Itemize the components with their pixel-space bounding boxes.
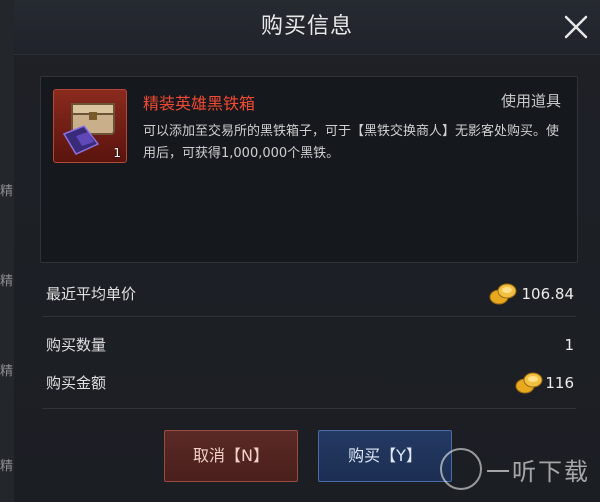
background-edge <box>0 0 14 502</box>
item-slot[interactable]: 1 <box>53 89 127 163</box>
gold-coin-icon <box>489 283 517 305</box>
divider <box>42 316 576 317</box>
item-description: 可以添加至交易所的黑铁箱子，可于【黑铁交换商人】无影客处购买。使用后，可获得1,… <box>143 124 560 161</box>
dialog-title: 购买信息 <box>260 14 353 39</box>
buy-button[interactable]: 购买【Y】 <box>318 430 452 482</box>
purchase-dialog: 购买信息 1 精装英雄黑铁箱 使用道具 可以添加至交易所的黑铁箱子，可于【黑铁交… <box>14 0 600 502</box>
avg-price-label: 最近平均单价 <box>46 285 137 303</box>
quantity-label: 购买数量 <box>46 336 107 354</box>
watermark-logo-icon <box>440 448 482 490</box>
gold-coin-icon <box>515 372 543 394</box>
cancel-button[interactable]: 取消【N】 <box>164 430 298 482</box>
item-type: 使用道具 <box>500 92 561 110</box>
total-label: 购买金额 <box>46 374 107 392</box>
total-row: 购买金额 116 <box>42 363 576 403</box>
background-char: 精 <box>0 184 14 199</box>
watermark: 一听下载 <box>440 444 590 490</box>
close-button[interactable] <box>560 11 592 43</box>
item-name: 精装英雄黑铁箱 <box>143 94 256 113</box>
background-char: 精 <box>0 274 14 289</box>
item-panel: 1 精装英雄黑铁箱 使用道具 可以添加至交易所的黑铁箱子，可于【黑铁交换商人】无… <box>40 76 578 263</box>
background-char: 精 <box>0 459 14 474</box>
avg-price-row: 最近平均单价 106.84 <box>42 274 576 314</box>
quantity-row: 购买数量 1 <box>42 325 576 365</box>
item-quantity-badge: 1 <box>113 146 121 160</box>
background-char: 精 <box>0 364 14 379</box>
total-value: 116 <box>545 374 574 392</box>
avg-price-value: 106.84 <box>521 285 575 303</box>
quantity-value[interactable]: 1 <box>564 325 574 365</box>
close-icon <box>564 15 588 39</box>
divider <box>42 408 576 409</box>
watermark-text: 一听下载 <box>486 458 590 486</box>
